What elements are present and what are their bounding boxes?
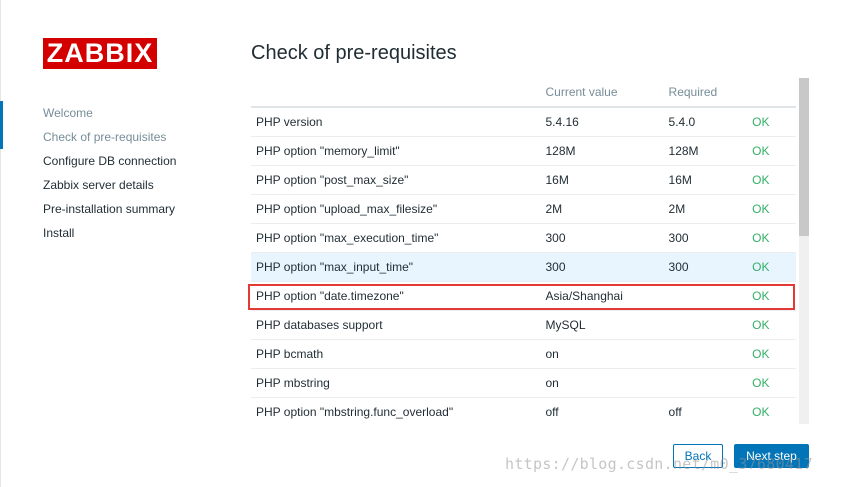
row-current: 5.4.16 [540,107,664,137]
nav-step-server-details[interactable]: Zabbix server details [0,173,176,197]
nav-step-prerequisites[interactable]: Check of pre-requisites [0,101,176,149]
row-current: 16M [540,165,664,195]
row-current: MySQL [540,310,664,340]
table-row: PHP databases support MySQL OK [251,310,796,340]
row-required [663,339,748,369]
row-status: OK [747,165,796,195]
row-required: 16M [663,165,748,195]
row-required: 300 [663,223,748,253]
row-current: 300 [540,223,664,253]
table-row: PHP version 5.4.16 5.4.0 OK [251,107,796,137]
table-row: PHP option "max_execution_time" 300 300 … [251,223,796,253]
table-header-row: Current value Required [251,78,796,108]
table-row: PHP option "mbstring.func_overload" off … [251,397,796,424]
row-required: 300 [663,252,748,282]
nav-step-db-connection[interactable]: Configure DB connection [0,149,176,173]
row-status: OK [747,397,796,424]
scrollbar-thumb[interactable] [799,78,809,236]
table-row: PHP option "memory_limit" 128M 128M OK [251,136,796,166]
row-status: OK [747,368,796,398]
setup-steps-nav: Welcome Check of pre-requisites Configur… [0,101,176,245]
row-current: 300 [540,252,664,282]
table-row: PHP mbstring on OK [251,368,796,398]
row-name: PHP option "mbstring.func_overload" [251,397,541,424]
row-current: off [540,397,664,424]
table-row-hovered: PHP option "max_input_time" 300 300 OK [251,252,796,282]
prerequisites-table: Current value Required PHP version 5.4.1… [251,78,796,424]
nav-step-summary[interactable]: Pre-installation summary [0,197,176,221]
row-required: 2M [663,194,748,224]
row-status: OK [747,136,796,166]
row-status: OK [747,252,796,282]
row-name: PHP databases support [251,310,541,340]
row-required: off [663,397,748,424]
column-header-required: Required [663,78,748,108]
nav-step-welcome[interactable]: Welcome [0,101,176,125]
row-required [663,310,748,340]
row-name: PHP option "max_execution_time" [251,223,541,253]
row-name: PHP mbstring [251,368,541,398]
row-status: OK [747,223,796,253]
row-name: PHP option "upload_max_filesize" [251,194,541,224]
row-status: OK [747,339,796,369]
row-name: PHP option "memory_limit" [251,136,541,166]
row-name: PHP version [251,107,541,137]
watermark-url: https://blog.csdn.net/m0_37680417 [505,455,813,473]
table-row: PHP option "post_max_size" 16M 16M OK [251,165,796,195]
row-current: 2M [540,194,664,224]
table-row: PHP bcmath on OK [251,339,796,369]
row-name: PHP option "max_input_time" [251,252,541,282]
page-title: Check of pre-requisites [251,42,457,64]
column-header-name [251,78,541,108]
table-scrollbar[interactable] [799,78,809,424]
table-row: PHP option "upload_max_filesize" 2M 2M O… [251,194,796,224]
zabbix-logo: ZABBIX [43,38,157,69]
row-required [663,368,748,398]
row-required: 128M [663,136,748,166]
row-status: OK [747,194,796,224]
row-status: OK [747,107,796,137]
prerequisites-table-container[interactable]: Current value Required PHP version 5.4.1… [251,78,796,424]
row-required: 5.4.0 [663,107,748,137]
row-current: on [540,339,664,369]
row-name: PHP option "post_max_size" [251,165,541,195]
column-header-current: Current value [540,78,664,108]
row-current: on [540,368,664,398]
column-header-status [747,78,796,108]
row-current: 128M [540,136,664,166]
row-name: PHP bcmath [251,339,541,369]
row-status: OK [747,310,796,340]
highlight-box-date-timezone [248,284,795,310]
nav-step-install[interactable]: Install [0,221,176,245]
